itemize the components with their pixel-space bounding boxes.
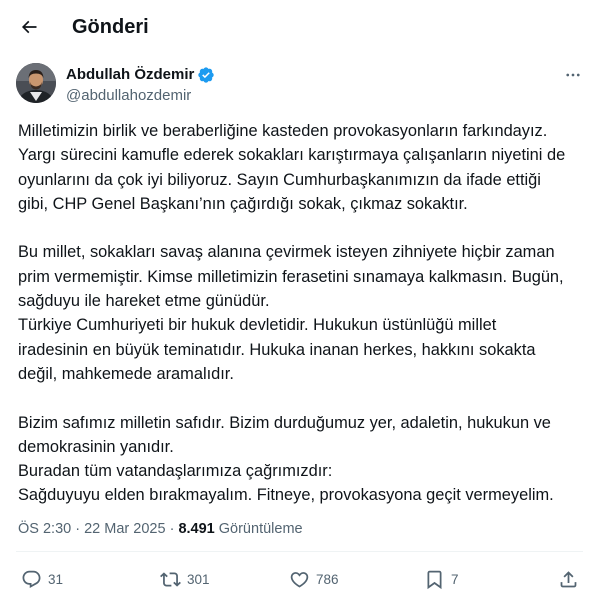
avatar-image bbox=[16, 63, 56, 103]
views-label: Görüntüleme bbox=[218, 521, 303, 537]
tweet-line: prim vermemiştir. Kimse milletimizin fer… bbox=[18, 267, 564, 286]
tweet-line: demokrasinin yanıdır. bbox=[18, 437, 174, 456]
share-button[interactable] bbox=[558, 563, 579, 595]
verified-badge-icon bbox=[197, 66, 215, 84]
share-icon bbox=[560, 570, 577, 587]
meta-separator: · bbox=[75, 521, 81, 537]
reply-icon bbox=[22, 570, 41, 588]
tweet-line: Milletimizin birlik ve beraberliğine kas… bbox=[18, 122, 548, 140]
more-dots-icon bbox=[566, 73, 580, 77]
tweet-line: Bizim safımız milletin safıdır. Bizim du… bbox=[18, 413, 551, 432]
bookmark-count: 7 bbox=[451, 571, 459, 587]
divider bbox=[16, 551, 583, 552]
tweet-line: Yargı sürecini kamufle ederek sokakları … bbox=[18, 146, 566, 165]
tweet-text: Milletimizin birlik ve beraberliğine kas… bbox=[18, 119, 590, 508]
like-count: 786 bbox=[316, 571, 339, 587]
tweet-line: Sağduyuyu elden bırakmayalım. Fitneye, p… bbox=[18, 486, 554, 505]
page-title: Gönderi bbox=[72, 16, 149, 38]
heart-icon bbox=[290, 571, 309, 588]
author-name[interactable]: Abdullah Özdemir bbox=[66, 66, 215, 84]
tweet-line: Buradan tüm vatandaşlarımıza çağrımızdır… bbox=[18, 462, 333, 481]
bookmark-button[interactable]: 7 bbox=[424, 563, 459, 595]
tweet-time[interactable]: ÖS 2:30 bbox=[18, 521, 71, 537]
top-bar: Gönderi bbox=[0, 0, 599, 54]
repost-count: 301 bbox=[187, 571, 210, 587]
reply-count: 31 bbox=[48, 571, 64, 587]
like-button[interactable]: 786 bbox=[289, 563, 339, 595]
reply-button[interactable]: 31 bbox=[21, 563, 63, 595]
tweet-line: değil, mahkemede aramalıdır. bbox=[18, 364, 234, 383]
views-count: 8.491 bbox=[178, 521, 215, 537]
meta-separator: · bbox=[169, 521, 175, 537]
back-button[interactable] bbox=[14, 12, 44, 42]
tweet-line: gibi, CHP Genel Başkanı’nın çağırdığı so… bbox=[18, 194, 468, 213]
tweet-line: iradesinin en büyük teminatıdır. Hukuka … bbox=[18, 340, 536, 359]
repost-button[interactable]: 301 bbox=[160, 563, 210, 595]
avatar[interactable] bbox=[16, 63, 56, 103]
tweet-line: Bu millet, sokakları savaş alanına çevir… bbox=[18, 243, 555, 262]
tweet-line: oyunlarını da çok iyi biliyoruz. Sayın C… bbox=[18, 170, 541, 189]
tweet-line: sağduyu ile hareket etme günüdür. bbox=[18, 292, 270, 311]
tweet-meta: ÖS 2:30 · 22 Mar 2025 · 8.491 Görüntülem… bbox=[18, 520, 303, 538]
more-options-button[interactable] bbox=[560, 64, 586, 86]
bookmark-icon bbox=[427, 570, 442, 589]
author-name-text: Abdullah Özdemir bbox=[66, 66, 195, 83]
author-handle[interactable]: @abdullahozdemir bbox=[66, 87, 191, 105]
tweet-date[interactable]: 22 Mar 2025 bbox=[84, 521, 165, 537]
action-bar: 31 301 786 7 bbox=[0, 563, 599, 595]
tweet-line: Türkiye Cumhuriyeti bir hukuk devletidir… bbox=[18, 316, 497, 335]
repost-icon bbox=[160, 571, 181, 587]
arrow-left-icon bbox=[21, 20, 37, 34]
